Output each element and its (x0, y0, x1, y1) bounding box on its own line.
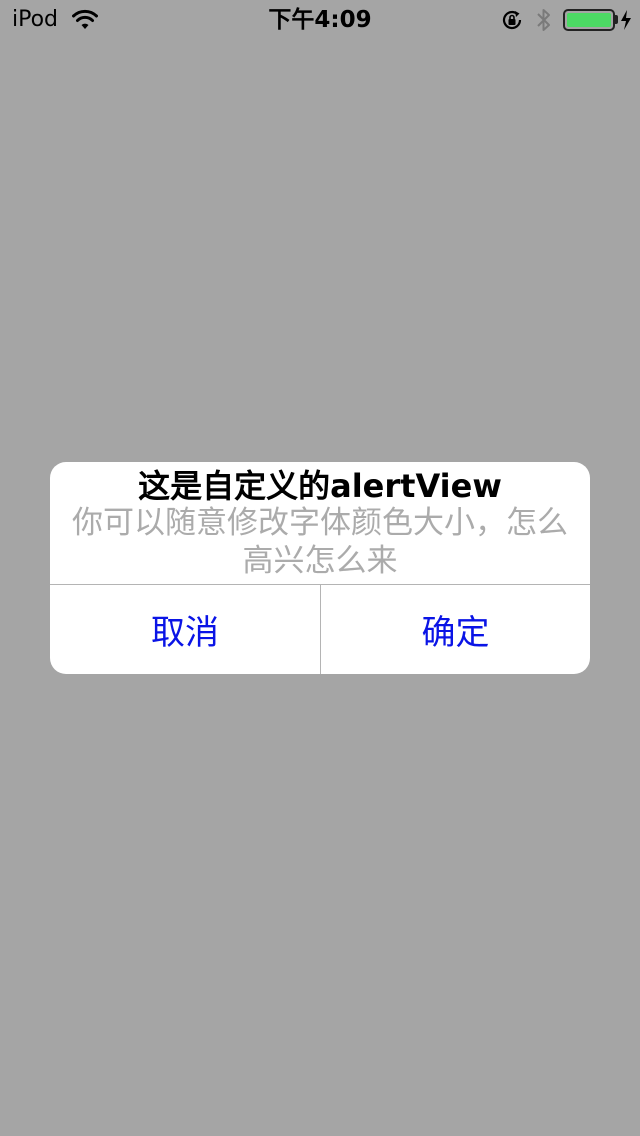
alert-message: 你可以随意修改字体颜色大小，怎么高兴怎么来 (72, 505, 568, 579)
battery-icon (563, 9, 615, 31)
battery-terminal (615, 15, 618, 24)
cancel-button[interactable]: 取消 (50, 585, 320, 674)
charging-icon (621, 10, 631, 30)
battery-level (567, 13, 611, 27)
bluetooth-icon (537, 9, 550, 31)
status-bar: iPod 下午4:09 (0, 0, 640, 40)
alert-dialog: 这是自定义的alertView 你可以随意修改字体颜色大小，怎么高兴怎么来 取消… (50, 462, 590, 674)
alert-title: 这是自定义的alertView (138, 467, 502, 505)
confirm-button[interactable]: 确定 (321, 585, 590, 674)
rotation-lock-icon (502, 10, 522, 30)
